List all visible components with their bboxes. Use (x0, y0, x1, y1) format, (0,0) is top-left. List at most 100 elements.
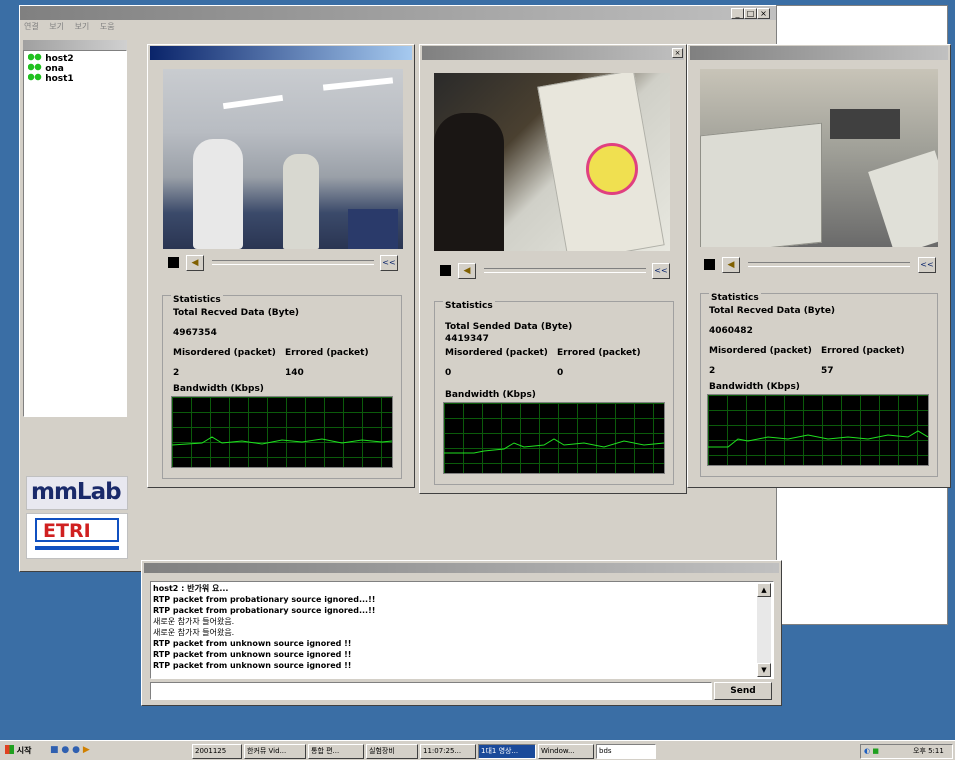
start-button[interactable]: 시작 (2, 744, 35, 758)
stop-button[interactable] (704, 259, 715, 270)
bandwidth-label: Bandwidth (Kbps) (445, 390, 536, 400)
video-window-1-title-bar (150, 46, 412, 60)
send-button-label: Send (730, 686, 756, 696)
chat-line: host2 : 반가워 요... (153, 584, 229, 593)
tray-icon[interactable]: ■ (872, 747, 879, 755)
bandwidth-label: Bandwidth (Kbps) (173, 384, 264, 394)
maximize-button[interactable]: □ (744, 8, 757, 19)
taskbar-button-label: 실험장비 (369, 747, 395, 755)
media-icon[interactable]: ▶ (83, 745, 90, 755)
etri-logo-text: ETRI (43, 520, 91, 542)
outlook-icon[interactable]: ● (72, 745, 80, 755)
etri-logo: ETRI (26, 513, 128, 559)
bandwidth-graph-1 (171, 396, 393, 468)
stop-button[interactable] (168, 257, 179, 268)
volume-button[interactable]: ◀ (458, 263, 476, 279)
errored-label: Errored (packet) (285, 348, 369, 358)
taskbar-button-label: 2001125 (195, 747, 227, 755)
misordered-value: 2 (173, 368, 180, 378)
participant-list[interactable]: host2 ona host1 (23, 50, 127, 417)
quick-launch: ■ ● ● ▶ (50, 745, 90, 755)
rewind-button[interactable]: << (652, 263, 670, 279)
chat-line: 새로운 참가자 들어왔음. (153, 628, 235, 637)
errored-value: 57 (821, 366, 834, 376)
misordered-value: 0 (445, 368, 452, 378)
minimize-button[interactable]: _ (731, 8, 744, 19)
scroll-down-icon[interactable]: ▼ (757, 663, 771, 677)
menu-item-help[interactable]: 도움 (100, 22, 115, 31)
taskbar-button-label: Window... (541, 747, 575, 755)
video-frame-3 (700, 69, 938, 247)
system-tray: ◐ ■ 오후 5:11 (860, 744, 953, 759)
taskbar-button[interactable]: 한커뮤 Vid... (244, 744, 306, 759)
windows-logo-icon (5, 745, 14, 754)
seek-slider[interactable] (212, 260, 374, 265)
taskbar-button[interactable]: Window... (538, 744, 594, 759)
taskbar-button[interactable]: 2001125 (192, 744, 242, 759)
scroll-up-icon[interactable]: ▲ (757, 583, 771, 597)
rewind-button[interactable]: << (918, 257, 936, 273)
statistics-title: Statistics (709, 293, 761, 303)
ie-icon[interactable]: ● (61, 745, 69, 755)
online-status-icon (28, 63, 42, 71)
video-frame-2 (434, 73, 670, 251)
online-status-icon (28, 53, 42, 61)
seek-slider[interactable] (748, 262, 910, 267)
chat-title-bar (144, 563, 779, 573)
taskbar-button-active[interactable]: 1대1 영상... (478, 744, 536, 759)
chat-input[interactable] (150, 682, 712, 700)
mmlab-logo: mmLab (26, 476, 128, 510)
statistics-group-2: Statistics Total Sended Data (Byte) 4419… (434, 301, 674, 485)
chat-line: RTP packet from probationary source igno… (153, 595, 376, 604)
taskbar-button[interactable]: 11:07:25... (420, 744, 476, 759)
errored-value: 140 (285, 368, 304, 378)
chat-line: 새로운 참가자 들어왔음. (153, 617, 235, 626)
menu-item-view[interactable]: 보기 (49, 22, 64, 31)
menu-item-connect[interactable]: 연결 (24, 22, 39, 31)
chat-line: RTP packet from unknown source ignored !… (153, 661, 352, 670)
total-data-label: Total Recved Data (Byte) (709, 306, 836, 316)
taskbar: 시작 ■ ● ● ▶ 2001125 한커뮤 Vid... 통합 편... 실험… (0, 740, 955, 760)
taskbar-button[interactable]: 실험장비 (366, 744, 418, 759)
bandwidth-label: Bandwidth (Kbps) (709, 382, 800, 392)
list-item[interactable]: host1 (28, 73, 74, 84)
video-window-2-title-bar (422, 46, 684, 60)
video-window-2-close-button[interactable]: × (672, 48, 683, 58)
chat-log[interactable]: host2 : 반가워 요... RTP packet from probati… (150, 581, 774, 679)
total-data-label: Total Recved Data (Byte) (173, 308, 300, 318)
video-window-1: ◀ << Statistics Total Recved Data (Byte)… (147, 44, 415, 488)
seek-slider[interactable] (484, 268, 646, 273)
participant-name: host1 (45, 74, 74, 84)
bandwidth-graph-2 (443, 402, 665, 474)
misordered-value: 2 (709, 366, 716, 376)
chat-line: RTP packet from probationary source igno… (153, 606, 376, 615)
bandwidth-graph-3 (707, 394, 929, 466)
taskbar-button-label: 통합 편... (311, 747, 340, 755)
close-button[interactable]: × (757, 8, 770, 19)
desktop-icon[interactable]: ■ (50, 745, 59, 755)
chat-window: host2 : 반가워 요... RTP packet from probati… (141, 560, 782, 706)
stop-button[interactable] (440, 265, 451, 276)
rewind-button[interactable]: << (380, 255, 398, 271)
online-status-icon (28, 73, 42, 81)
taskbar-button[interactable]: 통합 편... (308, 744, 364, 759)
errored-value: 0 (557, 368, 564, 378)
taskbar-button-label: 11:07:25... (423, 747, 462, 755)
statistics-title: Statistics (443, 301, 495, 311)
tray-icon[interactable]: ◐ (864, 747, 870, 755)
misordered-label: Misordered (packet) (173, 348, 276, 358)
menu-item-view-2[interactable]: 보기 (75, 22, 90, 31)
video-window-3: ◀ << Statistics Total Recved Data (Byte)… (687, 44, 951, 488)
total-data-value: 4060482 (709, 326, 753, 336)
chat-line: RTP packet from unknown source ignored !… (153, 639, 352, 648)
taskbar-button-label: 1대1 영상... (481, 747, 519, 755)
volume-button[interactable]: ◀ (186, 255, 204, 271)
total-data-label: Total Sended Data (Byte) (445, 322, 573, 332)
send-button[interactable]: Send (714, 682, 772, 700)
main-title-bar (20, 6, 776, 20)
errored-label: Errored (packet) (557, 348, 641, 358)
volume-button[interactable]: ◀ (722, 257, 740, 273)
chat-scrollbar[interactable]: ▲ ▼ (757, 583, 771, 677)
misordered-label: Misordered (packet) (709, 346, 812, 356)
taskbar-button[interactable]: bds (596, 744, 656, 759)
